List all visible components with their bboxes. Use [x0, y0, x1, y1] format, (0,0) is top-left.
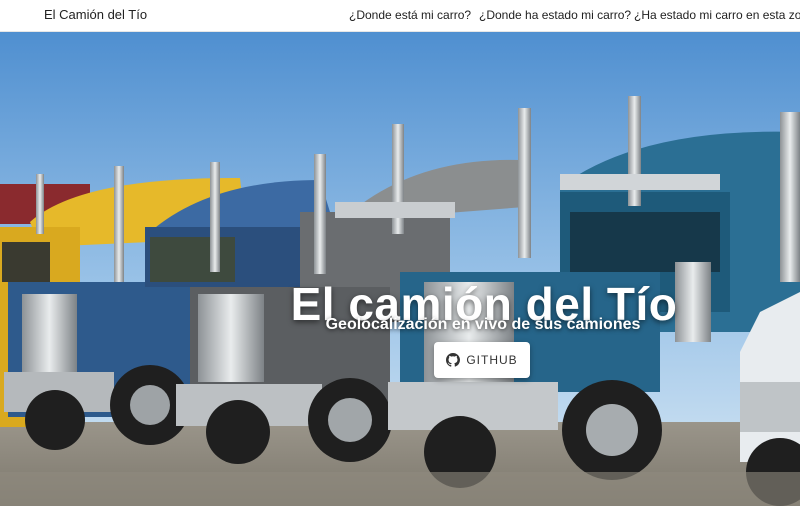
nav-link-donde-ha-estado[interactable]: ¿Donde ha estado mi carro?: [479, 0, 631, 30]
hero-section: El camión del Tío Geolocalización en viv…: [0, 32, 800, 506]
nav-link-donde-esta[interactable]: ¿Donde está mi carro?: [349, 0, 471, 30]
brand-link[interactable]: El Camión del Tío: [44, 0, 147, 30]
top-navbar: El Camión del Tío ¿Donde está mi carro? …: [0, 0, 800, 32]
nav-link-ha-estado-zona[interactable]: ¿Ha estado mi carro en esta zona?: [634, 0, 800, 30]
hero-subtitle: Geolocalización en vivo de sus camiones: [325, 316, 641, 333]
github-button-label: GITHUB: [466, 353, 518, 367]
github-icon: [446, 353, 461, 367]
github-button[interactable]: GITHUB: [434, 342, 530, 378]
hero-background-image: [0, 32, 800, 506]
